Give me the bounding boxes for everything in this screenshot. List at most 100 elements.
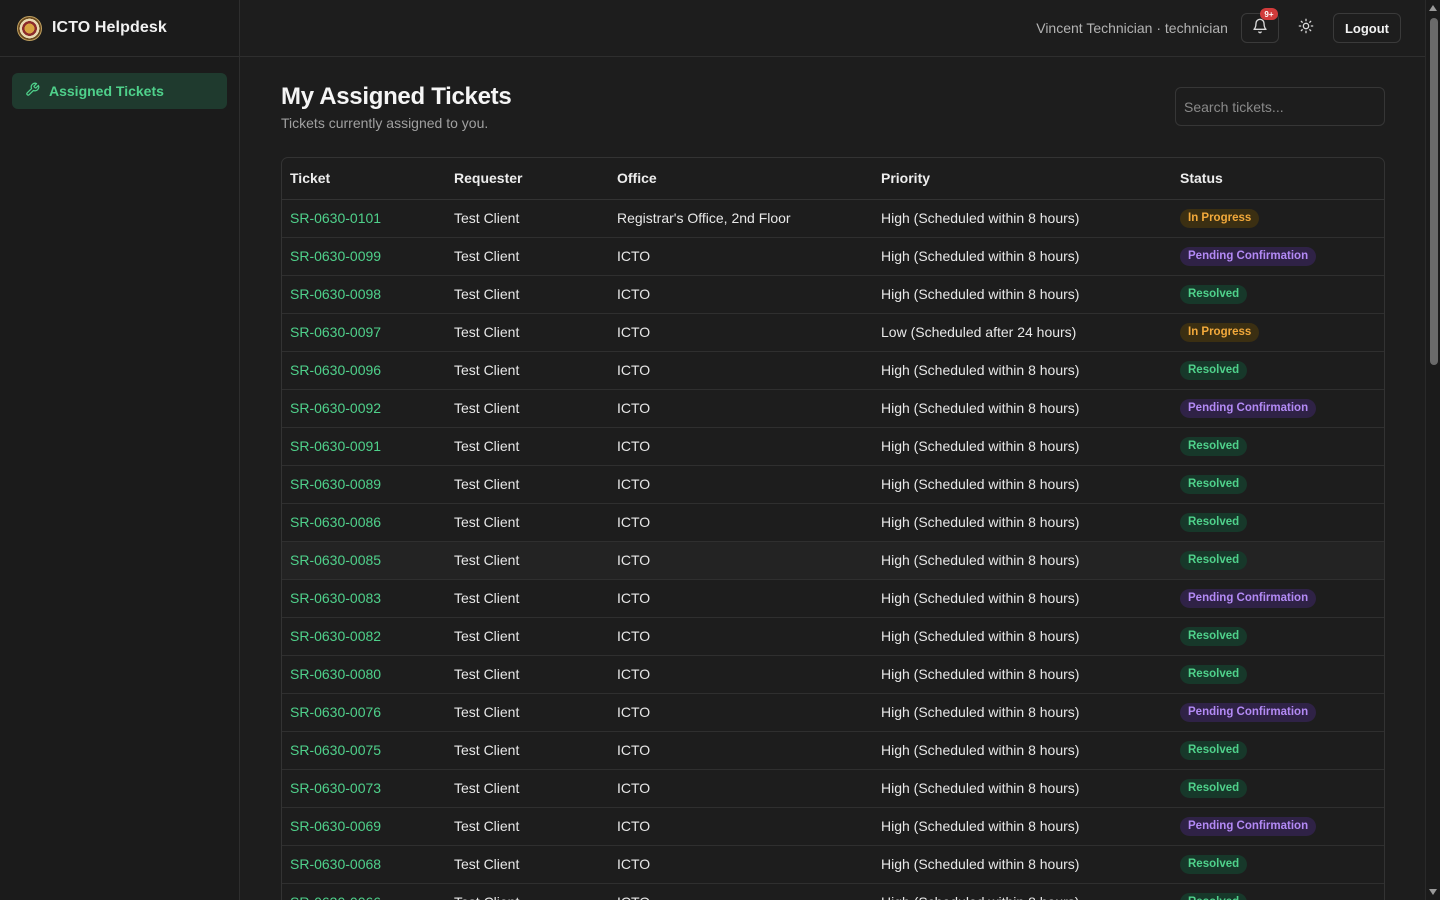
ticket-id-link[interactable]: SR-0630-0075 <box>290 742 381 758</box>
ticket-id-link[interactable]: SR-0630-0092 <box>290 400 381 416</box>
column-header-office[interactable]: Office <box>609 158 873 200</box>
office-cell: ICTO <box>609 655 873 694</box>
notifications-button[interactable]: 9+ <box>1240 8 1279 43</box>
sidebar: ICTO Helpdesk Assigned Tickets <box>0 0 240 900</box>
scroll-down-arrow-icon[interactable] <box>1429 889 1437 895</box>
office-cell: ICTO <box>617 514 651 530</box>
ticket-id-link[interactable]: SR-0630-0066 <box>290 894 381 900</box>
scroll-up-arrow-icon[interactable] <box>1429 5 1437 11</box>
ticket-id-link[interactable]: SR-0630-0082 <box>290 628 381 644</box>
bell-icon <box>1252 18 1268 39</box>
ticket-id-link[interactable]: SR-0630-0096 <box>290 362 381 378</box>
page-scrollbar[interactable] <box>1425 0 1440 900</box>
ticket-id-link[interactable]: SR-0630-0076 <box>290 704 381 720</box>
ticket-id-link[interactable]: SR-0630-0099 <box>290 248 381 264</box>
requester-cell: Test Client <box>446 389 609 428</box>
status-cell: Resolved <box>1172 351 1384 390</box>
table-row[interactable]: SR-0630-0086 Test Client ICTO High (Schedul… <box>282 503 1384 542</box>
table-row[interactable]: SR-0630-0098 Test Client ICTO High (Schedul… <box>282 275 1384 314</box>
status-cell: In Progress <box>1172 313 1384 352</box>
scroll-thumb[interactable] <box>1430 18 1438 365</box>
status-cell: Resolved <box>1172 769 1384 808</box>
ticket-cell: SR-0630-0068 <box>282 845 446 884</box>
ticket-cell: SR-0630-0097 <box>282 313 446 352</box>
table-row[interactable]: SR-0630-0069 Test Client ICTO High (Schedul… <box>282 807 1384 846</box>
priority-cell: High (Scheduled within 8 hours) <box>873 845 1172 884</box>
table-row[interactable]: SR-0630-0096 Test Client ICTO High (Schedul… <box>282 351 1384 390</box>
table-row[interactable]: SR-0630-0091 Test Client ICTO High (Schedul… <box>282 427 1384 466</box>
status-cell: Resolved <box>1172 617 1384 656</box>
status-cell: In Progress <box>1172 199 1384 238</box>
status-cell: Resolved <box>1172 731 1384 770</box>
ticket-cell: SR-0630-0076 <box>282 693 446 732</box>
requester-cell: Test Client <box>446 807 609 846</box>
ticket-id-link[interactable]: SR-0630-0073 <box>290 780 381 796</box>
office-cell: ICTO <box>617 552 651 568</box>
ticket-id-link[interactable]: SR-0630-0089 <box>290 476 381 492</box>
requester-cell: Test Client <box>454 780 520 796</box>
ticket-id-link[interactable]: SR-0630-0080 <box>290 666 381 682</box>
priority-cell: Low (Scheduled after 24 hours) <box>873 313 1172 352</box>
ticket-cell: SR-0630-0091 <box>282 427 446 466</box>
status-badge: Resolved <box>1180 285 1248 304</box>
ticket-cell: SR-0630-0075 <box>282 731 446 770</box>
office-cell: ICTO <box>609 693 873 732</box>
office-cell: ICTO <box>617 362 651 378</box>
table-row[interactable]: SR-0630-0097 Test Client ICTO Low (Schedule… <box>282 313 1384 352</box>
theme-toggle-button[interactable] <box>1291 13 1321 43</box>
table-row[interactable]: SR-0630-0068 Test Client ICTO High (Schedul… <box>282 845 1384 884</box>
office-cell: ICTO <box>609 275 873 314</box>
table-row[interactable]: SR-0630-0066 Test Client ICTO High (Schedul… <box>282 883 1384 900</box>
sidebar-item-assigned-tickets[interactable]: Assigned Tickets <box>12 73 227 109</box>
ticket-cell: SR-0630-0101 <box>282 199 446 238</box>
requester-cell: Test Client <box>454 286 520 302</box>
ticket-cell: SR-0630-0098 <box>282 275 446 314</box>
ticket-id-link[interactable]: SR-0630-0101 <box>290 210 381 226</box>
table-row[interactable]: SR-0630-0085 Test Client ICTO High (Schedul… <box>282 541 1384 580</box>
ticket-id-link[interactable]: SR-0630-0091 <box>290 438 381 454</box>
status-cell: Resolved <box>1172 465 1384 504</box>
priority-cell: High (Scheduled within 8 hours) <box>881 818 1080 834</box>
ticket-id-link[interactable]: SR-0630-0083 <box>290 590 381 606</box>
ticket-id-link[interactable]: SR-0630-0098 <box>290 286 381 302</box>
priority-cell: High (Scheduled within 8 hours) <box>881 248 1080 264</box>
office-cell: ICTO <box>609 617 873 656</box>
status-cell: Resolved <box>1172 427 1384 466</box>
ticket-id-link[interactable]: SR-0630-0085 <box>290 552 381 568</box>
table-row[interactable]: SR-0630-0082 Test Client ICTO High (Schedul… <box>282 617 1384 656</box>
table-row[interactable]: SR-0630-0080 Test Client ICTO High (Schedul… <box>282 655 1384 694</box>
column-header-priority[interactable]: Priority <box>873 158 1172 200</box>
table-row[interactable]: SR-0630-0089 Test Client ICTO High (Schedul… <box>282 465 1384 504</box>
table-row[interactable]: SR-0630-0099 Test Client ICTO High (Schedul… <box>282 237 1384 276</box>
ticket-cell: SR-0630-0082 <box>282 617 446 656</box>
requester-cell: Test Client <box>446 731 609 770</box>
ticket-id-link[interactable]: SR-0630-0068 <box>290 856 381 872</box>
ticket-id-link[interactable]: SR-0630-0086 <box>290 514 381 530</box>
status-cell: Pending Confirmation <box>1172 389 1384 428</box>
status-badge: Resolved <box>1180 779 1248 798</box>
search-input[interactable] <box>1175 87 1385 126</box>
ticket-id-link[interactable]: SR-0630-0097 <box>290 324 381 340</box>
priority-cell: High (Scheduled within 8 hours) <box>873 655 1172 694</box>
status-badge: Resolved <box>1180 627 1248 646</box>
office-cell: ICTO <box>609 769 873 808</box>
column-header-status[interactable]: Status <box>1172 158 1384 200</box>
ticket-id-link[interactable]: SR-0630-0069 <box>290 818 381 834</box>
table-row[interactable]: SR-0630-0075 Test Client ICTO High (Schedul… <box>282 731 1384 770</box>
column-header-ticket[interactable]: Ticket <box>282 158 446 200</box>
logout-button[interactable]: Logout <box>1332 13 1401 43</box>
status-badge: Resolved <box>1180 893 1248 900</box>
brand[interactable]: ICTO Helpdesk <box>0 0 239 57</box>
office-cell: ICTO <box>609 351 873 390</box>
requester-cell: Test Client <box>446 237 609 276</box>
table-row[interactable]: SR-0630-0083 Test Client ICTO High (Schedul… <box>282 579 1384 618</box>
table-row[interactable]: SR-0630-0101 Test Client Registrar's Offic… <box>282 199 1384 238</box>
priority-cell: High (Scheduled within 8 hours) <box>873 693 1172 732</box>
priority-cell: High (Scheduled within 8 hours) <box>881 742 1080 758</box>
requester-cell: Test Client <box>454 514 520 530</box>
table-row[interactable]: SR-0630-0076 Test Client ICTO High (Schedul… <box>282 693 1384 732</box>
table-row[interactable]: SR-0630-0073 Test Client ICTO High (Schedul… <box>282 769 1384 808</box>
table-row[interactable]: SR-0630-0092 Test Client ICTO High (Schedul… <box>282 389 1384 428</box>
tickets-table: Ticket Requester Office Priority Status … <box>281 157 1385 900</box>
column-header-requester[interactable]: Requester <box>446 158 609 200</box>
